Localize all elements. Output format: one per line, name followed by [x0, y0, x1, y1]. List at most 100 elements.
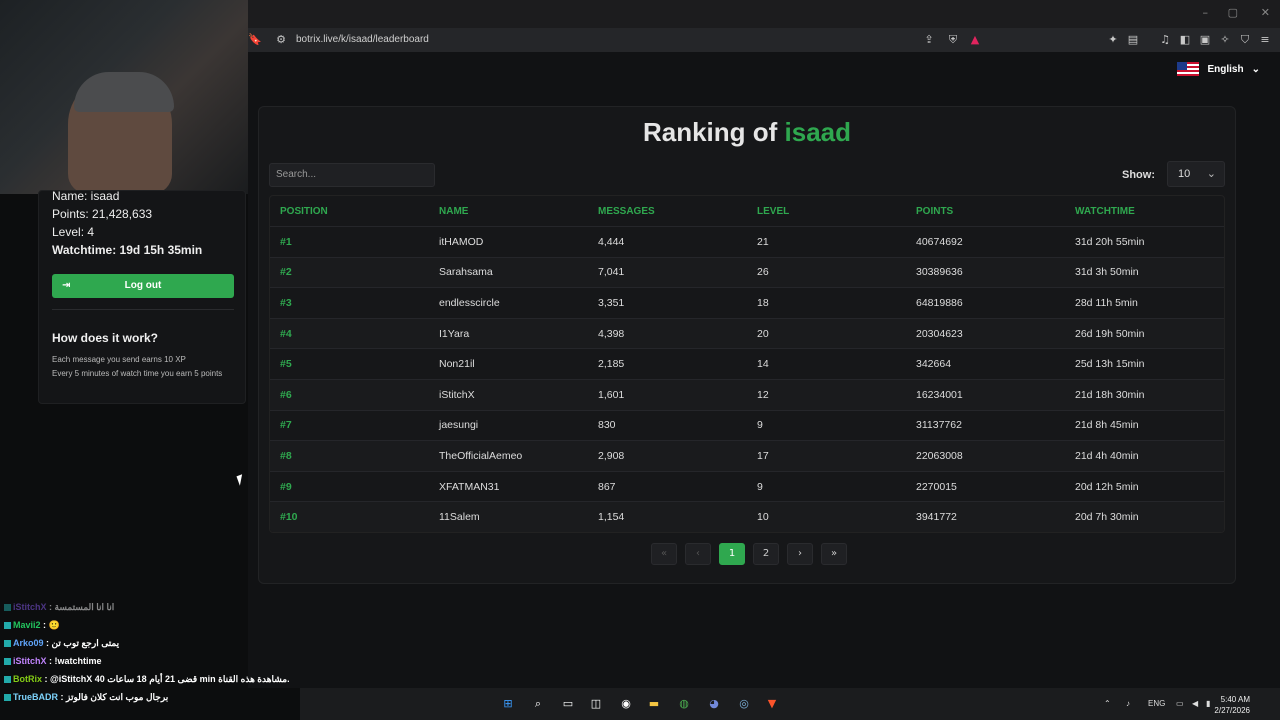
- cell-name[interactable]: iStitchX: [429, 389, 588, 401]
- cell-watchtime: 20d 12h 5min: [1075, 480, 1139, 493]
- header-name[interactable]: NAME: [429, 206, 588, 217]
- cell-name[interactable]: jaesungi: [429, 419, 588, 431]
- page-size-value: 10: [1178, 168, 1191, 180]
- chat-overlay: iStitchX : انا انا المستمسة Mavii2 : 🙂 A…: [0, 598, 300, 720]
- table-row: #2 Sarahsama 7,041 26 30389636 31d 3h 50min: [270, 256, 1224, 288]
- cell-name[interactable]: itHAMOD: [429, 236, 588, 248]
- header-watchtime[interactable]: WATCHTIME: [1065, 206, 1224, 217]
- streamer-cap: [74, 72, 174, 112]
- table-row: #3 endlesscircle 3,351 18 64819886 28d 11h 5m…: [270, 287, 1224, 318]
- chat-message: BotRix : @iStitchX قضى 21 أيام 18 ساعات …: [4, 674, 290, 685]
- cell-messages: 830: [598, 419, 616, 432]
- cell-level: 14: [757, 358, 769, 371]
- discord-icon[interactable]: ◕: [706, 696, 722, 712]
- title-prefix: Ranking of: [642, 117, 778, 147]
- input-language[interactable]: ENG: [1148, 699, 1165, 708]
- brave-icon[interactable]: ▼: [764, 696, 780, 712]
- wallet-icon[interactable]: ▣: [1198, 33, 1212, 47]
- window-titlebar: – ▢ ✕: [248, 0, 1280, 28]
- cell-name[interactable]: I1Yara: [429, 328, 588, 340]
- app-icon[interactable]: ◉: [618, 696, 634, 712]
- cell-level: 20: [757, 327, 769, 340]
- user-name: Name: isaad: [52, 189, 120, 203]
- table-row: #1 itHAMOD 4,444 21 40674692 31d 20h 55min: [270, 226, 1224, 257]
- next-page-button[interactable]: ›: [787, 543, 813, 565]
- leo-icon[interactable]: ✧: [1218, 33, 1232, 47]
- close-button[interactable]: ✕: [1261, 6, 1270, 19]
- address-bar[interactable]: botrix.live/k/isaad/leaderboard: [296, 34, 429, 45]
- vpn-icon[interactable]: ⛉: [1238, 33, 1252, 47]
- page-1-button[interactable]: 1: [719, 543, 745, 565]
- task-view-icon[interactable]: ▭: [560, 696, 576, 712]
- store-icon[interactable]: ◫: [588, 696, 604, 712]
- cell-points: 64819886: [916, 296, 963, 309]
- cell-watchtime: 21d 18h 30min: [1075, 388, 1145, 401]
- shield-icon[interactable]: ⛨: [946, 33, 960, 47]
- microphone-icon[interactable]: ♪: [1126, 699, 1130, 708]
- network-icon[interactable]: ▭: [1176, 699, 1184, 708]
- extensions-icon[interactable]: ✦: [1106, 33, 1120, 47]
- steam-icon[interactable]: ◎: [736, 696, 752, 712]
- share-icon[interactable]: ⇪: [922, 33, 936, 47]
- media-icon[interactable]: ♫: [1158, 33, 1172, 47]
- chat-message: TrueBADR : برجال موب انت كلان فالوتز: [4, 692, 168, 703]
- search-icon[interactable]: ⌕: [530, 696, 546, 712]
- cell-name[interactable]: Sarahsama: [429, 266, 588, 278]
- clock-date: 2/27/2026: [1214, 706, 1250, 715]
- folder-icon[interactable]: ▬: [646, 696, 662, 712]
- bookmark-icon[interactable]: 🔖: [248, 33, 262, 47]
- prev-page-button[interactable]: ‹: [685, 543, 711, 565]
- cell-name[interactable]: TheOfficialAemeo: [429, 450, 588, 462]
- site-settings-icon[interactable]: ⚙: [274, 33, 288, 47]
- battery-icon[interactable]: ▮: [1206, 699, 1210, 708]
- chat-message: Arko09 : يمتى ارجع توب تن: [4, 638, 119, 649]
- cell-name[interactable]: Non21il: [429, 358, 588, 370]
- cell-name[interactable]: 11Salem: [429, 511, 588, 523]
- header-messages[interactable]: MESSAGES: [588, 206, 747, 217]
- show-label: Show:: [1122, 169, 1155, 181]
- page-size-select[interactable]: 10 ⌄: [1167, 161, 1225, 187]
- chat-message: Mavii2 : 🙂: [4, 620, 60, 631]
- header-points[interactable]: POINTS: [906, 206, 1065, 217]
- logout-button[interactable]: ⇥ Log out: [52, 274, 234, 298]
- cell-messages: 3,351: [598, 296, 625, 309]
- table-row: #10 11Salem 1,154 10 3941772 20d 7h 30min: [270, 501, 1224, 532]
- cell-watchtime: 21d 8h 45min: [1075, 419, 1139, 432]
- cell-watchtime: 31d 20h 55min: [1075, 235, 1145, 248]
- leaderboard-table: POSITION NAME MESSAGES LEVEL POINTS WATC…: [269, 195, 1225, 533]
- leaderboard-page: English ⌄ Ranking of isaad Search... Sho…: [248, 52, 1280, 688]
- last-page-button[interactable]: »: [821, 543, 847, 565]
- cell-name[interactable]: endlesscircle: [429, 297, 588, 309]
- search-input[interactable]: Search...: [269, 163, 435, 187]
- volume-icon[interactable]: ◀: [1192, 699, 1198, 708]
- header-level[interactable]: LEVEL: [747, 206, 906, 217]
- maximize-button[interactable]: ▢: [1228, 6, 1238, 19]
- cell-level: 9: [757, 480, 763, 493]
- header-position[interactable]: POSITION: [270, 206, 429, 217]
- page-2-button[interactable]: 2: [753, 543, 779, 565]
- leaderboard-card: Ranking of isaad Search... Show: 10 ⌄ PO…: [258, 106, 1236, 584]
- rewards-icon[interactable]: ▲: [968, 33, 982, 47]
- cell-messages: 2,908: [598, 449, 625, 462]
- chevron-down-icon: ⌄: [1206, 167, 1216, 180]
- mouse-cursor: [236, 474, 246, 486]
- chrome-icon[interactable]: ◍: [676, 696, 692, 712]
- sidebar-icon[interactable]: ◧: [1178, 33, 1192, 47]
- reader-icon[interactable]: ▤: [1126, 33, 1140, 47]
- cell-watchtime: 26d 19h 50min: [1075, 327, 1145, 340]
- minimize-button[interactable]: –: [1203, 6, 1209, 19]
- cell-points: 30389636: [916, 266, 963, 279]
- table-row: #9 XFATMAN31 867 9 2270015 20d 12h 5min: [270, 470, 1224, 502]
- cell-messages: 1,601: [598, 388, 625, 401]
- first-page-button[interactable]: «: [651, 543, 677, 565]
- language-selector[interactable]: English ⌄: [1177, 62, 1260, 76]
- tray-chevron-icon[interactable]: ⌃: [1104, 699, 1111, 708]
- menu-icon[interactable]: ≡: [1258, 33, 1272, 47]
- cell-level: 18: [757, 296, 769, 309]
- cell-position: #3: [280, 296, 292, 309]
- taskbar: ⊞ ⌕ ▭ ◫ ◉ ▬ ◍ ◕ ◎ ▼ ⌃ ♪ ENG ▭ ◀ ▮ 5:40 A…: [300, 688, 1280, 720]
- table-row: #6 iStitchX 1,601 12 16234001 21d 18h 30min: [270, 378, 1224, 410]
- cell-name[interactable]: XFATMAN31: [429, 481, 588, 493]
- windows-start-icon[interactable]: ⊞: [500, 696, 516, 712]
- clock[interactable]: 5:40 AM 2/27/2026: [1214, 694, 1250, 716]
